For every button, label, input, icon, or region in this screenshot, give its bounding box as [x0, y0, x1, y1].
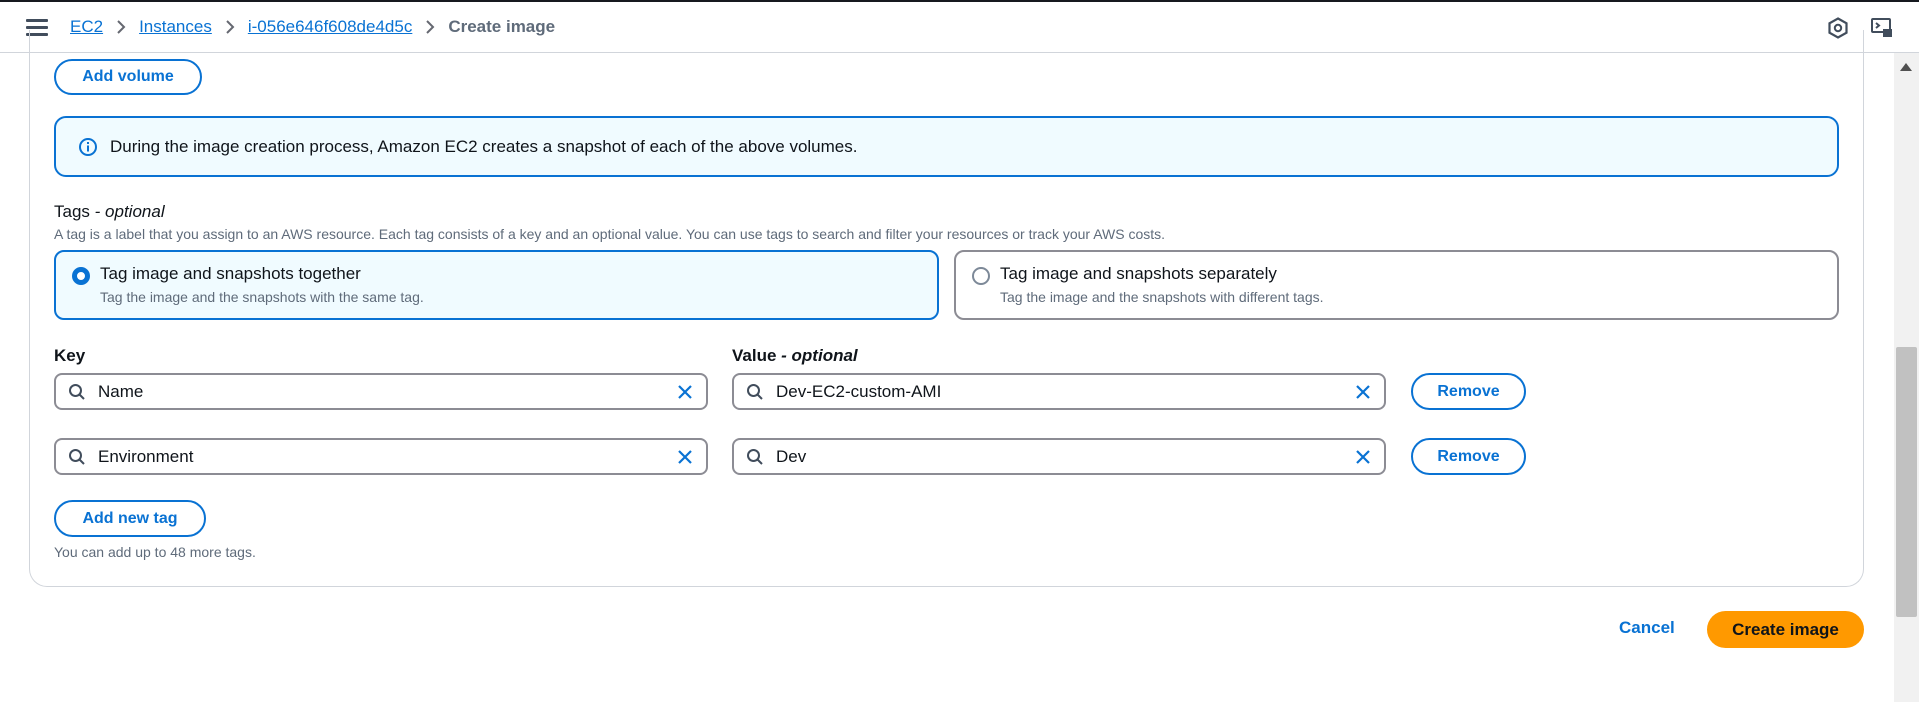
key-column-label: Key	[54, 346, 86, 365]
info-message: During the image creation process, Amazo…	[110, 136, 858, 156]
tags-title-text: Tags	[54, 202, 90, 221]
remove-tag-button[interactable]: Remove	[1411, 373, 1526, 410]
add-volume-button[interactable]: Add volume	[54, 59, 202, 95]
tag-together-description: Tag the image and the snapshots with the…	[100, 289, 424, 305]
tags-title: Tags - optional	[54, 202, 165, 222]
tag-value-field[interactable]	[732, 373, 1386, 410]
scrollbar-thumb[interactable]	[1896, 347, 1917, 617]
tag-key-field[interactable]	[54, 373, 708, 410]
cancel-button[interactable]: Cancel	[1619, 618, 1675, 638]
clear-icon[interactable]	[676, 383, 694, 401]
tag-separately-description: Tag the image and the snapshots with dif…	[1000, 289, 1324, 305]
search-icon	[69, 384, 85, 400]
search-icon	[747, 449, 763, 465]
clear-icon[interactable]	[676, 448, 694, 466]
tag-together-option[interactable]: Tag image and snapshots together Tag the…	[54, 250, 939, 320]
tags-description: A tag is a label that you assign to an A…	[54, 226, 1166, 242]
search-icon	[69, 449, 85, 465]
tag-key-input[interactable]	[98, 381, 658, 402]
value-column-label: Value - optional	[732, 346, 858, 366]
info-icon	[79, 137, 97, 156]
tag-limit-hint: You can add up to 48 more tags.	[54, 544, 256, 560]
tag-separately-label: Tag image and snapshots separately	[1000, 264, 1277, 283]
radio-selected-icon[interactable]	[72, 267, 90, 285]
tag-value-input[interactable]	[776, 446, 1336, 467]
info-alert: During the image creation process, Amazo…	[54, 116, 1839, 177]
tag-together-label: Tag image and snapshots together	[100, 264, 361, 283]
cloudshell-icon[interactable]	[1870, 16, 1894, 40]
clear-icon[interactable]	[1354, 383, 1372, 401]
tag-key-field[interactable]	[54, 438, 708, 475]
value-label-text: Value	[732, 346, 777, 365]
tag-value-input[interactable]	[776, 381, 1336, 402]
tag-value-field[interactable]	[732, 438, 1386, 475]
tag-separately-option[interactable]: Tag image and snapshots separately Tag t…	[954, 250, 1839, 320]
tags-title-optional: - optional	[94, 202, 165, 221]
remove-tag-button[interactable]: Remove	[1411, 438, 1526, 475]
search-icon	[747, 384, 763, 400]
tag-key-input[interactable]	[98, 446, 658, 467]
clear-icon[interactable]	[1354, 448, 1372, 466]
value-label-optional: - optional	[781, 346, 858, 365]
create-image-button[interactable]: Create image	[1707, 611, 1864, 648]
scroll-up-icon[interactable]	[1900, 63, 1912, 71]
add-new-tag-button[interactable]: Add new tag	[54, 500, 206, 537]
radio-unselected-icon[interactable]	[972, 267, 990, 285]
